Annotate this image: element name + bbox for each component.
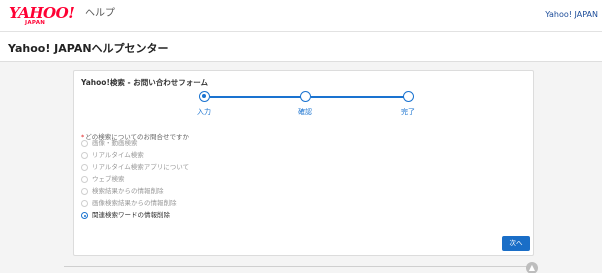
option-label: ウェブ検索 bbox=[92, 175, 125, 183]
step-connector-2 bbox=[311, 96, 407, 98]
option-label: 関連検索ワードの情報削除 bbox=[92, 211, 170, 219]
arrow-up-icon[interactable]: ▲ bbox=[526, 262, 538, 273]
option-label: リアルタイム検索アプリについて bbox=[92, 163, 190, 171]
divider bbox=[64, 266, 534, 267]
radio-button[interactable] bbox=[81, 176, 88, 183]
step-circle-confirm bbox=[300, 91, 311, 102]
logo-text: YAHOO! bbox=[9, 4, 75, 22]
step-circle-complete bbox=[403, 91, 414, 102]
option-label: 検索結果からの情報削除 bbox=[92, 187, 164, 195]
radio-button[interactable] bbox=[81, 152, 88, 159]
inquiry-form-panel: Yahoo!検索 - お問い合わせフォーム 入力 確認 完了 *どの検索について… bbox=[73, 70, 534, 256]
top-navigation-bar: YAHOO! JAPAN ヘルプ Yahoo! JAPAN bbox=[0, 0, 602, 32]
step-label-complete: 完了 bbox=[401, 108, 415, 116]
step-label-input: 入力 bbox=[197, 108, 211, 116]
step-connector-1 bbox=[210, 96, 303, 98]
radio-button-checked[interactable] bbox=[81, 212, 88, 219]
radio-button[interactable] bbox=[81, 164, 88, 171]
radio-button[interactable] bbox=[81, 140, 88, 147]
option-label: リアルタイム検索 bbox=[92, 151, 144, 159]
page-title[interactable]: Yahoo! JAPANヘルプセンター bbox=[8, 40, 169, 56]
radio-button[interactable] bbox=[81, 188, 88, 195]
title-bar: Yahoo! JAPANヘルプセンター bbox=[0, 32, 602, 62]
next-button[interactable]: 次へ bbox=[502, 236, 530, 251]
logo-help-text: ヘルプ bbox=[85, 8, 115, 19]
form-title: Yahoo!検索 - お問い合わせフォーム bbox=[81, 78, 208, 87]
option-label: 画像・動画検索 bbox=[92, 139, 138, 147]
yahoo-japan-link[interactable]: Yahoo! JAPAN bbox=[545, 10, 598, 19]
logo-subtext: JAPAN bbox=[25, 20, 46, 26]
option-label: 画像検索結果からの情報削除 bbox=[92, 199, 177, 207]
radio-button[interactable] bbox=[81, 200, 88, 207]
progress-steps: 入力 確認 完了 bbox=[74, 89, 535, 119]
step-label-confirm: 確認 bbox=[298, 108, 312, 116]
step-circle-input bbox=[199, 91, 210, 102]
